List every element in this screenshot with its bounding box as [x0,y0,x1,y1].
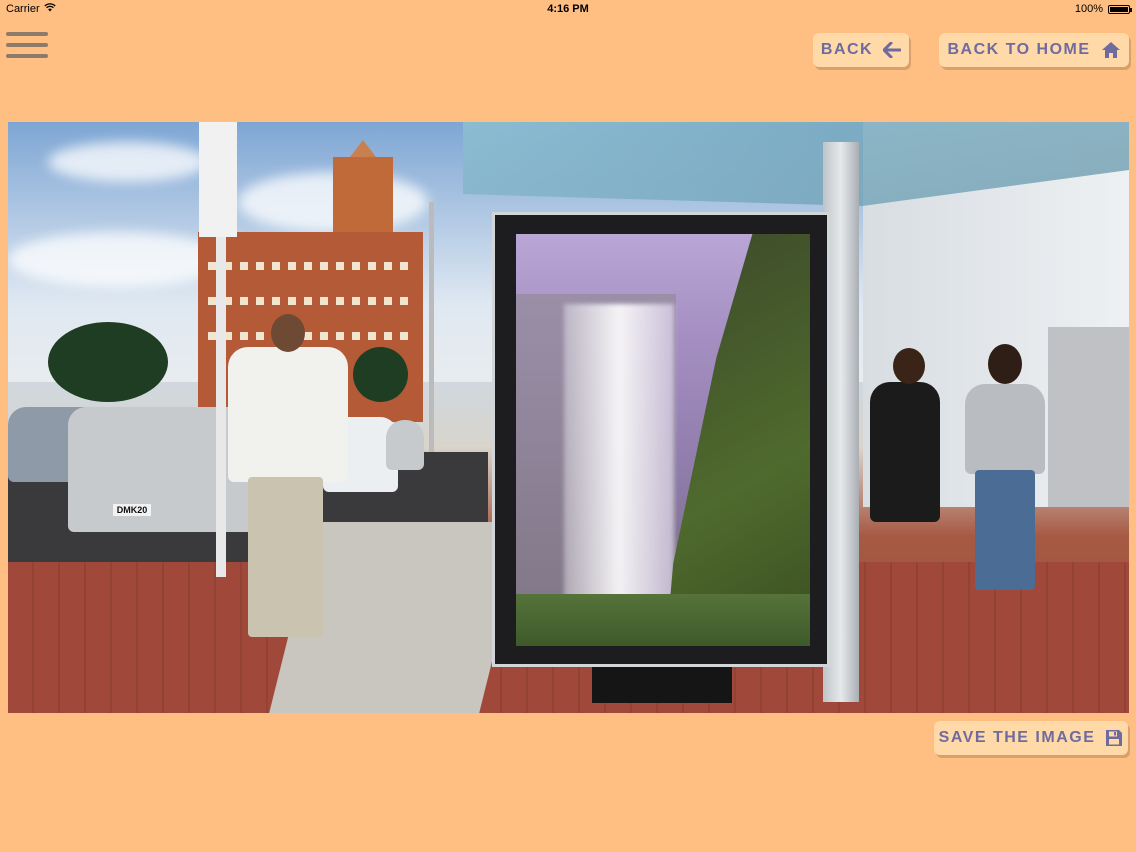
woman-grey-top [965,384,1045,474]
back-label: BACK [820,41,874,58]
menu-bar [6,54,48,58]
mockup-photo: DMK20 [8,122,1129,713]
status-bar: Carrier 4:16 PM 100% [0,0,1136,18]
cloud [8,232,228,287]
save-label: SAVE THE IMAGE [938,729,1096,746]
battery-fill [1110,6,1128,12]
building-windows [208,262,413,270]
menu-bar [6,32,48,36]
arrow-left-icon [883,42,902,58]
woman-jeans [975,470,1035,590]
street-sign [199,122,237,237]
granite-pillar [1048,327,1129,507]
woman-head [988,344,1022,384]
cloud [48,142,208,182]
mossy-cliff [666,234,810,646]
building-windows [208,297,413,305]
woman-dark-outfit [870,382,940,522]
status-time: 4:16 PM [547,3,589,15]
battery-percent: 100% [1074,3,1103,15]
grass-foreground [516,594,810,646]
lamp-post [429,202,434,452]
man-head [271,314,305,352]
billboard-poster [516,234,810,646]
man-trousers [248,477,323,637]
woman-head [893,348,925,384]
floppy-disk-icon [1105,729,1123,747]
home-icon [1101,41,1121,59]
building-windows [208,332,413,340]
home-label: BACK TO HOME [947,41,1091,58]
tree [353,347,408,402]
license-plate: DMK20 [113,504,151,516]
hamburger-menu-icon[interactable] [6,32,50,66]
waterfall [564,304,674,604]
man-shirt [228,347,348,482]
back-to-home-button[interactable]: BACK TO HOME [939,33,1129,67]
car [386,420,424,470]
billboard-stand [592,667,732,703]
back-button[interactable]: BACK [813,33,909,67]
tree [48,322,168,402]
battery-icon [1108,4,1132,14]
save-image-button[interactable]: SAVE THE IMAGE [934,721,1128,755]
menu-bar [6,43,48,47]
status-right: 100% [1074,3,1132,15]
